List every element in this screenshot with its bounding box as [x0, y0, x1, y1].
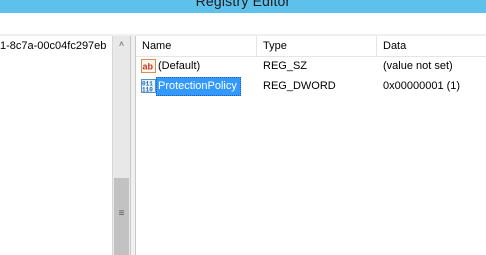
svg-text:ab: ab: [143, 62, 154, 72]
column-header-type[interactable]: Type: [257, 36, 377, 56]
menu-bar: [0, 13, 486, 34]
svg-text:110: 110: [142, 87, 153, 94]
column-header-data[interactable]: Data: [377, 36, 486, 56]
grip-icon: ≡: [118, 208, 125, 219]
list-header: Name Type Data: [136, 36, 486, 57]
value-type: REG_SZ: [263, 60, 308, 72]
value-name: ProtectionPolicy: [156, 77, 241, 96]
string-value-icon: ab: [141, 59, 156, 73]
column-header-name[interactable]: Name: [136, 36, 257, 56]
binary-value-icon: 011 110: [141, 79, 156, 94]
value-row-default[interactable]: ab (Default) REG_SZ (value not set): [136, 57, 486, 76]
value-data: 0x00000001 (1): [383, 80, 461, 92]
values-list-pane[interactable]: Name Type Data ab (Default) REG_SZ (valu…: [135, 36, 486, 255]
value-type: REG_DWORD: [263, 80, 336, 92]
window-title: Registry Editor: [195, 0, 291, 9]
key-tree-pane[interactable]: 1-8c7a-00c04fc297eb ˄ ≡: [0, 36, 131, 255]
tree-vertical-scrollbar[interactable]: ˄ ≡: [112, 36, 130, 255]
title-bar[interactable]: Registry Editor: [0, 0, 486, 13]
value-data: (value not set): [383, 60, 453, 72]
tree-key-item[interactable]: 1-8c7a-00c04fc297eb: [0, 40, 106, 52]
value-name: (Default): [158, 60, 201, 72]
scrollbar-thumb[interactable]: ≡: [114, 178, 129, 255]
scroll-up-arrow-icon[interactable]: ˄: [113, 36, 130, 53]
value-row-protectionpolicy[interactable]: 011 110 ProtectionPolicy REG_DWORD 0x000…: [136, 77, 486, 96]
